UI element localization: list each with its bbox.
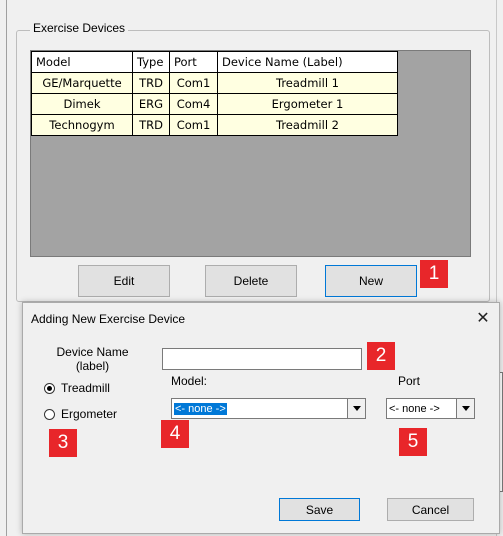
model-select-value: <- none -> [172,399,347,418]
radio-ergometer[interactable]: Ergometer [44,407,117,421]
cell-device-name[interactable]: Treadmill 2 [217,114,398,136]
device-name-label-line2: (label) [75,359,110,373]
chevron-down-icon[interactable] [456,399,474,418]
radio-unchecked-icon [44,408,55,420]
cell-device-name[interactable]: Treadmill 1 [217,72,398,94]
cell-model[interactable]: Technogym [31,114,133,136]
cancel-button[interactable]: Cancel [387,498,474,521]
dialog-title: Adding New Exercise Device [31,312,186,326]
cell-model[interactable]: GE/Marquette [31,72,133,94]
cell-model[interactable]: Dimek [31,93,133,115]
chevron-down-icon[interactable] [347,399,365,418]
edit-button[interactable]: Edit [78,265,170,297]
devices-grid[interactable]: Model Type Port Device Name (Label) GE/M… [30,50,471,257]
table-row[interactable]: GE/Marquette TRD Com1 Treadmill 1 [31,72,398,94]
cell-type[interactable]: TRD [132,72,170,94]
cell-type[interactable]: ERG [132,93,170,115]
annotation-badge-3: 3 [49,429,77,457]
cell-device-name[interactable]: Ergometer 1 [217,93,398,115]
group-title: Exercise Devices [30,21,129,35]
window-border [6,0,7,536]
cell-type[interactable]: TRD [132,114,170,136]
column-header-device-name[interactable]: Device Name (Label) [217,51,398,73]
annotation-badge-1: 1 [420,260,448,288]
column-header-port[interactable]: Port [169,51,218,73]
save-button[interactable]: Save [279,498,360,521]
annotation-badge-2: 2 [367,342,395,370]
device-name-input[interactable] [162,348,362,370]
radio-checked-icon [44,382,55,394]
table-header-row: Model Type Port Device Name (Label) [31,51,398,73]
port-label: Port [398,374,421,388]
delete-button[interactable]: Delete [205,265,297,297]
port-selected-text: <- none -> [389,402,440,415]
table-row[interactable]: Technogym TRD Com1 Treadmill 2 [31,114,398,136]
column-header-model[interactable]: Model [31,51,133,73]
devices-table: Model Type Port Device Name (Label) GE/M… [31,51,398,136]
add-device-dialog: Adding New Exercise Device ✕ Device Name… [22,302,500,534]
annotation-badge-4: 4 [161,420,189,448]
device-name-label-line1: Device Name [56,345,129,359]
close-icon[interactable]: ✕ [472,308,494,328]
model-selected-text: <- none -> [173,401,228,416]
cell-port[interactable]: Com1 [169,72,218,94]
device-name-label: Device Name (label) [35,345,150,373]
cell-port[interactable]: Com4 [169,93,218,115]
column-header-type[interactable]: Type [132,51,170,73]
annotation-badge-5: 5 [399,428,427,456]
new-button[interactable]: New [325,265,417,297]
cell-port[interactable]: Com1 [169,114,218,136]
port-select[interactable]: <- none -> [386,398,475,419]
radio-treadmill[interactable]: Treadmill [44,381,110,395]
model-label: Model: [171,374,208,388]
radio-ergometer-label: Ergometer [61,407,118,421]
radio-treadmill-label: Treadmill [61,381,110,395]
port-select-value: <- none -> [387,399,456,418]
table-row[interactable]: Dimek ERG Com4 Ergometer 1 [31,93,398,115]
model-select[interactable]: <- none -> [171,398,366,419]
